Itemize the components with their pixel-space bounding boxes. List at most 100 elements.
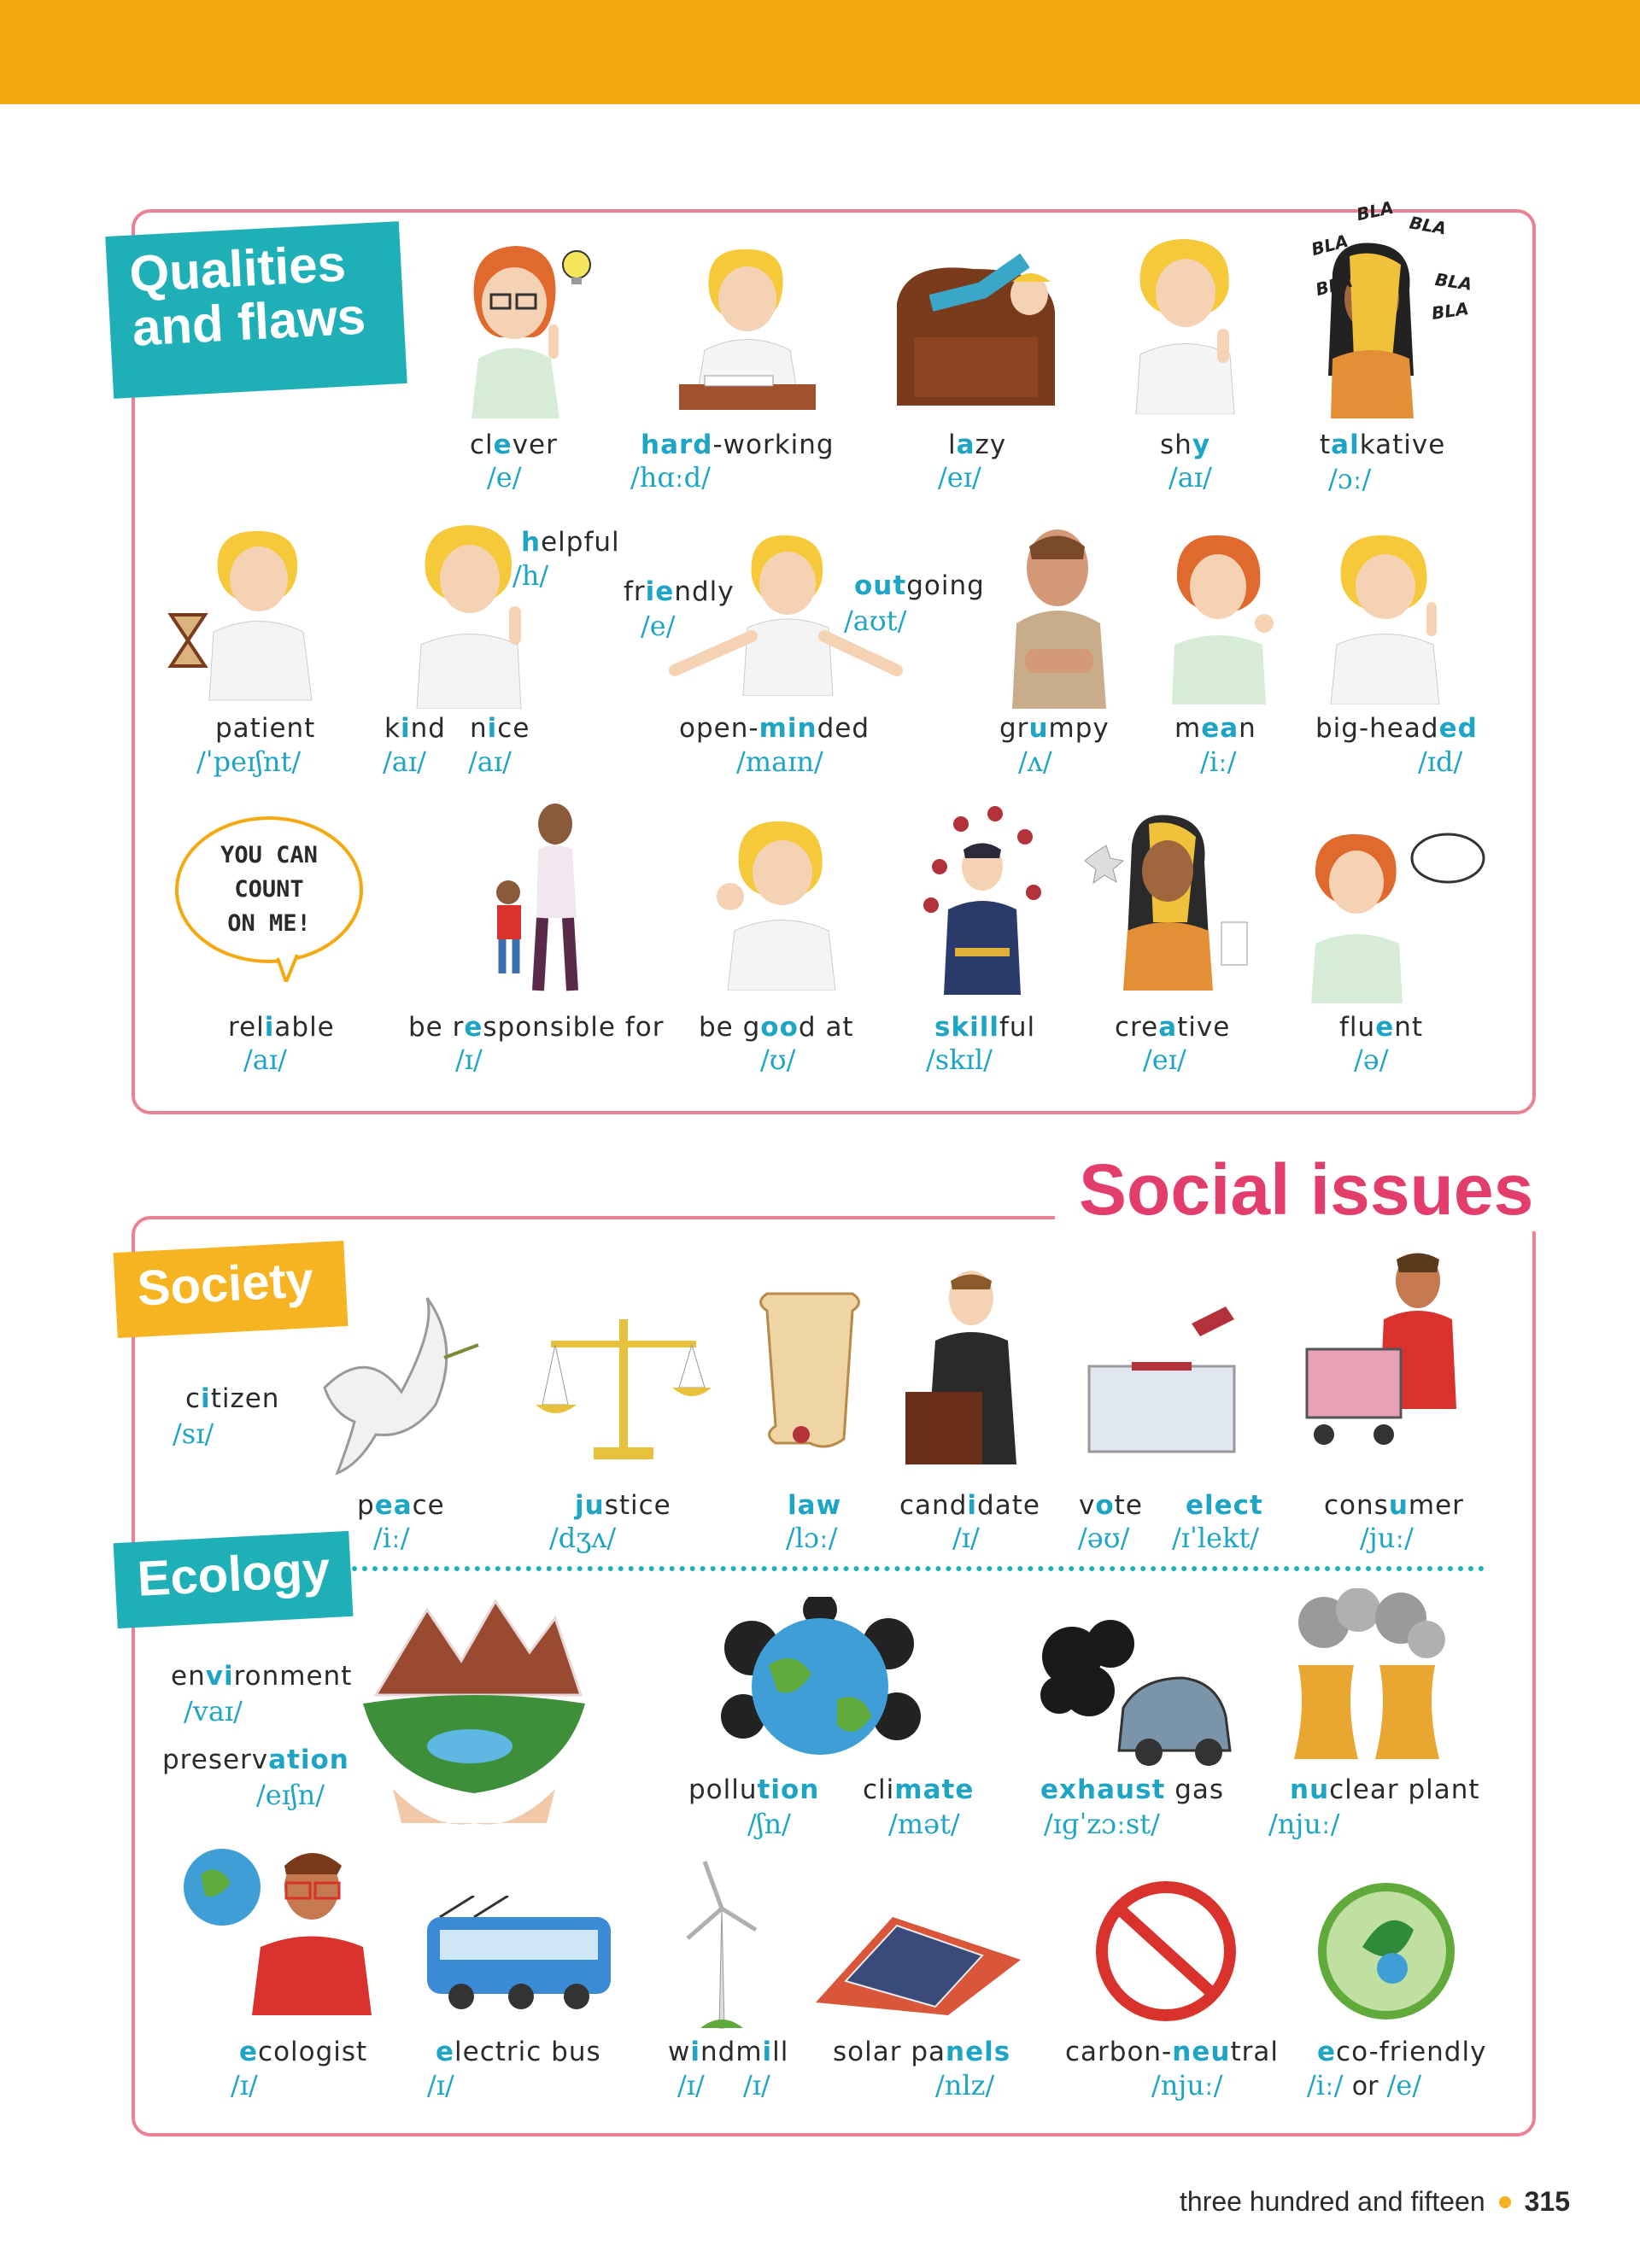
word-skillful: skillful <box>934 1012 1036 1043</box>
word-responsible: be responsible for <box>408 1012 665 1043</box>
word-big-headed: big-headed <box>1315 713 1478 744</box>
word-peace: peace <box>357 1490 445 1521</box>
talkative-illustration <box>1328 243 1414 418</box>
word-pollution: pollution <box>688 1774 820 1805</box>
ipa-mean: /iː/ <box>1200 745 1237 778</box>
ipa-grumpy: /ʌ/ <box>1018 745 1052 778</box>
justice-scales-illustration <box>536 1319 712 1459</box>
word-electric-bus: electric bus <box>436 2037 601 2067</box>
ipa-windmill-2: /ɪ/ <box>743 2069 770 2101</box>
ipa-big-headed: /ɪd/ <box>1418 745 1463 778</box>
electric-bus-illustration <box>427 1896 611 2009</box>
ipa-consumer: /juː/ <box>1360 1522 1414 1554</box>
dove-illustration <box>323 1297 479 1476</box>
top-color-bar <box>0 0 1640 104</box>
fluent-illustration <box>1311 833 1485 1003</box>
clever-illustration <box>472 246 591 418</box>
ipa-citizen: /sɪ/ <box>173 1418 214 1450</box>
consumer-illustration <box>1305 1253 1456 1445</box>
word-grumpy: grumpy <box>999 713 1110 744</box>
page-number: 315 <box>1524 2186 1570 2217</box>
word-good-at: be good at <box>699 1012 854 1043</box>
windmill-illustration <box>686 1861 758 2029</box>
word-fluent: fluent <box>1339 1012 1424 1043</box>
law-scroll-illustration <box>759 1292 860 1448</box>
ipa-nice: /aɪ/ <box>468 745 512 778</box>
word-creative: creative <box>1115 1012 1231 1043</box>
ipa-solar-panels: /nlz/ <box>935 2069 995 2101</box>
ipa-justice: /dʒʌ/ <box>549 1522 617 1554</box>
word-nuclear-plant: nuclear plant <box>1290 1774 1480 1805</box>
word-kind: kind <box>384 713 446 744</box>
ipa-helpful: /h/ <box>512 559 549 592</box>
qualities-tag: Qualities and flaws <box>105 221 407 399</box>
environment-island-illustration <box>363 1599 585 1825</box>
word-preservation: preservation <box>162 1745 349 1775</box>
ipa-preservation: /eɪʃn/ <box>256 1779 325 1811</box>
word-windmill: windmill <box>668 2037 789 2067</box>
ipa-electric-bus: /ɪ/ <box>427 2069 454 2101</box>
lazy-illustration <box>897 253 1055 406</box>
ipa-nuclear-plant: /njuː/ <box>1268 1808 1340 1840</box>
social-issues-title: Social issues <box>1055 1149 1558 1231</box>
responsible-illustration <box>496 804 578 991</box>
creative-illustration <box>1084 815 1248 991</box>
word-candidate: candidate <box>899 1490 1040 1521</box>
ballot-box-illustration <box>1087 1306 1236 1453</box>
word-ecologist: ecologist <box>239 2037 368 2067</box>
ecology-tag: Ecology <box>113 1530 354 1629</box>
ipa-creative: /eɪ/ <box>1143 1043 1186 1076</box>
ipa-outgoing: /aʊt/ <box>844 605 907 637</box>
page-footer: three hundred and fifteen 315 <box>1180 2186 1570 2218</box>
ipa-environment: /vaɪ/ <box>184 1695 243 1727</box>
ipa-windmill-1: /ɪ/ <box>677 2069 705 2101</box>
ipa-open-minded: /maɪn/ <box>736 745 823 778</box>
ipa-hard-working: /hɑːd/ <box>630 461 711 494</box>
word-solar-panels: solar panels <box>833 2037 1011 2067</box>
ipa-eco-friendly: /iː/ or /e/ <box>1307 2069 1422 2101</box>
patient-illustration <box>167 530 313 701</box>
ipa-skillful: /skɪl/ <box>926 1043 993 1076</box>
ipa-ecologist: /ɪ/ <box>231 2069 258 2101</box>
word-consumer: consumer <box>1324 1490 1464 1521</box>
hard-working-illustration <box>679 248 816 410</box>
ipa-shy: /aɪ/ <box>1168 461 1212 494</box>
carbon-neutral-illustration <box>1096 1881 1236 2021</box>
ipa-pollution: /ʃn/ <box>747 1808 791 1840</box>
nuclear-plant-illustration <box>1294 1588 1445 1759</box>
ipa-patient: /ˈpeɪʃnt/ <box>196 745 302 778</box>
word-environment: environment <box>171 1661 353 1692</box>
word-elect: elect <box>1186 1490 1263 1521</box>
word-nice: nice <box>470 713 530 744</box>
word-helpful: helpful <box>521 527 620 558</box>
word-justice: justice <box>575 1490 671 1521</box>
ipa-elect: /ɪˈlekt/ <box>1172 1522 1260 1554</box>
ipa-talkative: /ɔː/ <box>1328 463 1372 495</box>
solar-panels-illustration <box>816 1917 1021 2015</box>
word-law: law <box>788 1490 842 1521</box>
word-clever: clever <box>470 430 558 460</box>
ipa-peace: /iː/ <box>373 1522 410 1554</box>
word-mean: mean <box>1174 713 1256 744</box>
ipa-carbon-neutral: /njuː/ <box>1151 2069 1223 2101</box>
section-divider <box>352 1566 1485 1571</box>
word-patient: patient <box>215 713 316 744</box>
word-open-minded: open-minded <box>679 713 870 744</box>
qualities-tag-line-2: and flaws <box>131 287 367 357</box>
page-number-text: three hundred and fifteen <box>1180 2186 1485 2217</box>
word-carbon-neutral: carbon-neutral <box>1065 2037 1279 2067</box>
word-talkative: talkative <box>1320 430 1446 460</box>
speech-bubble-text: YOU CAN COUNT ON ME! <box>220 842 318 937</box>
mean-illustration <box>1172 535 1274 704</box>
bullet-dot-icon <box>1498 2195 1511 2208</box>
ipa-responsible: /ɪ/ <box>455 1043 483 1076</box>
word-friendly: friendly <box>624 576 735 607</box>
skillful-illustration <box>923 806 1041 995</box>
word-exhaust-gas: exhaust gas <box>1040 1774 1225 1805</box>
ecologist-illustration <box>184 1849 372 2015</box>
word-vote: vote <box>1079 1490 1143 1521</box>
ipa-reliable: /aɪ/ <box>243 1043 287 1076</box>
big-headed-illustration <box>1330 535 1440 704</box>
ipa-climate: /mət/ <box>888 1808 960 1840</box>
word-citizen: citizen <box>185 1383 280 1414</box>
